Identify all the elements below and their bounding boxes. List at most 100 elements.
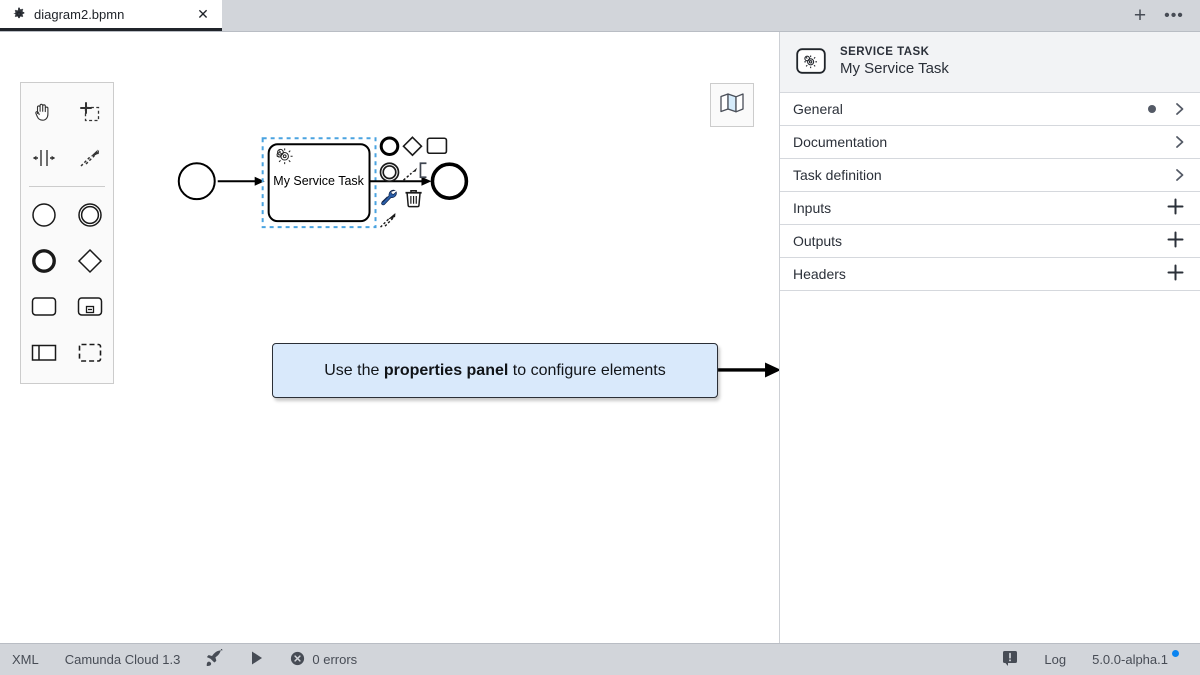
chevron-right-icon (1174, 168, 1186, 182)
participant-icon (30, 341, 58, 365)
errors-label: 0 errors (312, 652, 357, 667)
callout-prefix: Use the (324, 362, 384, 379)
xml-label: XML (12, 652, 39, 667)
bpmn-diagram: My Service Task (0, 32, 779, 643)
lasso-icon (77, 99, 103, 125)
palette-item-create-end-event[interactable] (21, 238, 67, 284)
chevron-right-icon (1174, 135, 1186, 149)
status-bar: XML Camunda Cloud 1.3 (0, 643, 1200, 675)
engine-label: Camunda Cloud 1.3 (65, 652, 181, 667)
context-pad-wrench-icon (382, 190, 397, 205)
property-group-label: General (793, 101, 1148, 117)
palette-item-create-group[interactable] (67, 330, 113, 376)
more-options-icon[interactable]: ••• (1164, 6, 1184, 26)
map-icon (719, 92, 745, 119)
log-label: Log (1044, 652, 1066, 667)
callout-suffix: to configure elements (508, 362, 665, 379)
add-header-icon[interactable] (1167, 264, 1184, 285)
palette-divider (29, 186, 105, 187)
property-group-label: Inputs (793, 200, 1167, 216)
chevron-right-icon (1174, 102, 1186, 116)
diamond-icon (76, 247, 104, 275)
element-palette (20, 82, 114, 384)
start-event (179, 163, 215, 199)
palette-item-hand-tool[interactable] (21, 89, 67, 135)
properties-panel-header-text: SERVICE TASK My Service Task (840, 46, 949, 77)
connect-arrow-icon (77, 145, 103, 171)
property-group-label: Documentation (793, 134, 1174, 150)
tab-bar-actions: + ••• (1124, 0, 1200, 31)
tab-diagram2-bpmn[interactable]: diagram2.bpmn ✕ (0, 0, 222, 31)
subprocess-icon (76, 295, 104, 319)
engine-selector-button[interactable]: Camunda Cloud 1.3 (52, 644, 194, 675)
version-text: 5.0.0-alpha.1 (1092, 652, 1168, 667)
close-icon[interactable]: ✕ (194, 5, 212, 23)
diagram-canvas[interactable]: My Service Task (0, 32, 780, 643)
status-bar-right: Log 5.0.0-alpha.1 (989, 644, 1186, 675)
end-event (432, 164, 466, 198)
context-pad-append-end-event (381, 138, 398, 155)
deploy-button[interactable] (193, 644, 237, 675)
context-pad-connect-dashed-icon (403, 168, 416, 180)
property-group-general[interactable]: General (780, 93, 1200, 126)
rocket-icon (206, 649, 224, 670)
workspace: My Service Task (0, 32, 1200, 643)
tab-bar-spacer (222, 0, 1124, 31)
properties-panel-callout: Use the properties panel to configure el… (272, 343, 718, 398)
add-input-icon[interactable] (1167, 198, 1184, 219)
update-available-dot (1172, 650, 1179, 657)
hand-icon (31, 99, 57, 125)
palette-item-lasso-tool[interactable] (67, 89, 113, 135)
run-button[interactable] (237, 644, 277, 675)
gear-icon (12, 7, 26, 21)
palette-item-create-gateway[interactable] (67, 238, 113, 284)
add-output-icon[interactable] (1167, 231, 1184, 252)
palette-elements-group (21, 192, 113, 376)
property-group-documentation[interactable]: Documentation (780, 126, 1200, 159)
property-group-outputs[interactable]: Outputs (780, 225, 1200, 258)
selection-outline (263, 138, 376, 227)
service-task-shape (269, 144, 370, 221)
property-group-label: Outputs (793, 233, 1167, 249)
circle-thick-icon (30, 247, 58, 275)
log-badge-icon (1002, 650, 1018, 669)
palette-item-global-connect-tool[interactable] (67, 135, 113, 181)
errors-indicator[interactable]: 0 errors (277, 644, 370, 675)
play-icon (250, 650, 264, 669)
dashed-rect-icon (77, 341, 103, 365)
group-modified-dot (1148, 105, 1156, 113)
service-task-label: My Service Task (273, 174, 364, 188)
palette-item-create-start-event[interactable] (21, 192, 67, 238)
palette-item-create-intermediate-event[interactable] (67, 192, 113, 238)
status-bar-left: XML Camunda Cloud 1.3 (12, 644, 370, 675)
palette-item-create-subprocess-expanded[interactable] (67, 284, 113, 330)
property-group-inputs[interactable]: Inputs (780, 192, 1200, 225)
xml-toggle-button[interactable]: XML (12, 644, 52, 675)
context-pad-connect-tool-icon (381, 213, 396, 227)
tab-bar: diagram2.bpmn ✕ + ••• (0, 0, 1200, 32)
palette-item-create-participant[interactable] (21, 330, 67, 376)
service-task-icon (795, 45, 827, 77)
context-pad-append-task (427, 138, 446, 153)
sequence-flow-2 (370, 177, 432, 186)
callout-text: Use the properties panel to configure el… (324, 362, 666, 380)
palette-item-space-tool[interactable] (21, 135, 67, 181)
gears-icon (277, 148, 293, 164)
palette-item-create-task[interactable] (21, 284, 67, 330)
properties-panel-header: SERVICE TASK My Service Task (780, 32, 1200, 93)
new-tab-icon[interactable]: + (1130, 6, 1150, 26)
palette-tools-group (21, 89, 113, 181)
error-icon (290, 651, 305, 669)
space-tool-icon (31, 145, 57, 171)
notifications-button[interactable] (989, 644, 1031, 675)
log-button[interactable]: Log (1031, 644, 1079, 675)
element-type-label: SERVICE TASK (840, 46, 949, 58)
circle-double-icon (76, 201, 104, 229)
minimap-toggle-button[interactable] (710, 83, 754, 127)
sequence-flow-1 (218, 177, 265, 186)
version-label[interactable]: 5.0.0-alpha.1 (1079, 644, 1186, 675)
property-group-headers[interactable]: Headers (780, 258, 1200, 291)
tab-label: diagram2.bpmn (34, 7, 186, 22)
property-group-task-definition[interactable]: Task definition (780, 159, 1200, 192)
properties-panel-empty-area (780, 291, 1200, 643)
